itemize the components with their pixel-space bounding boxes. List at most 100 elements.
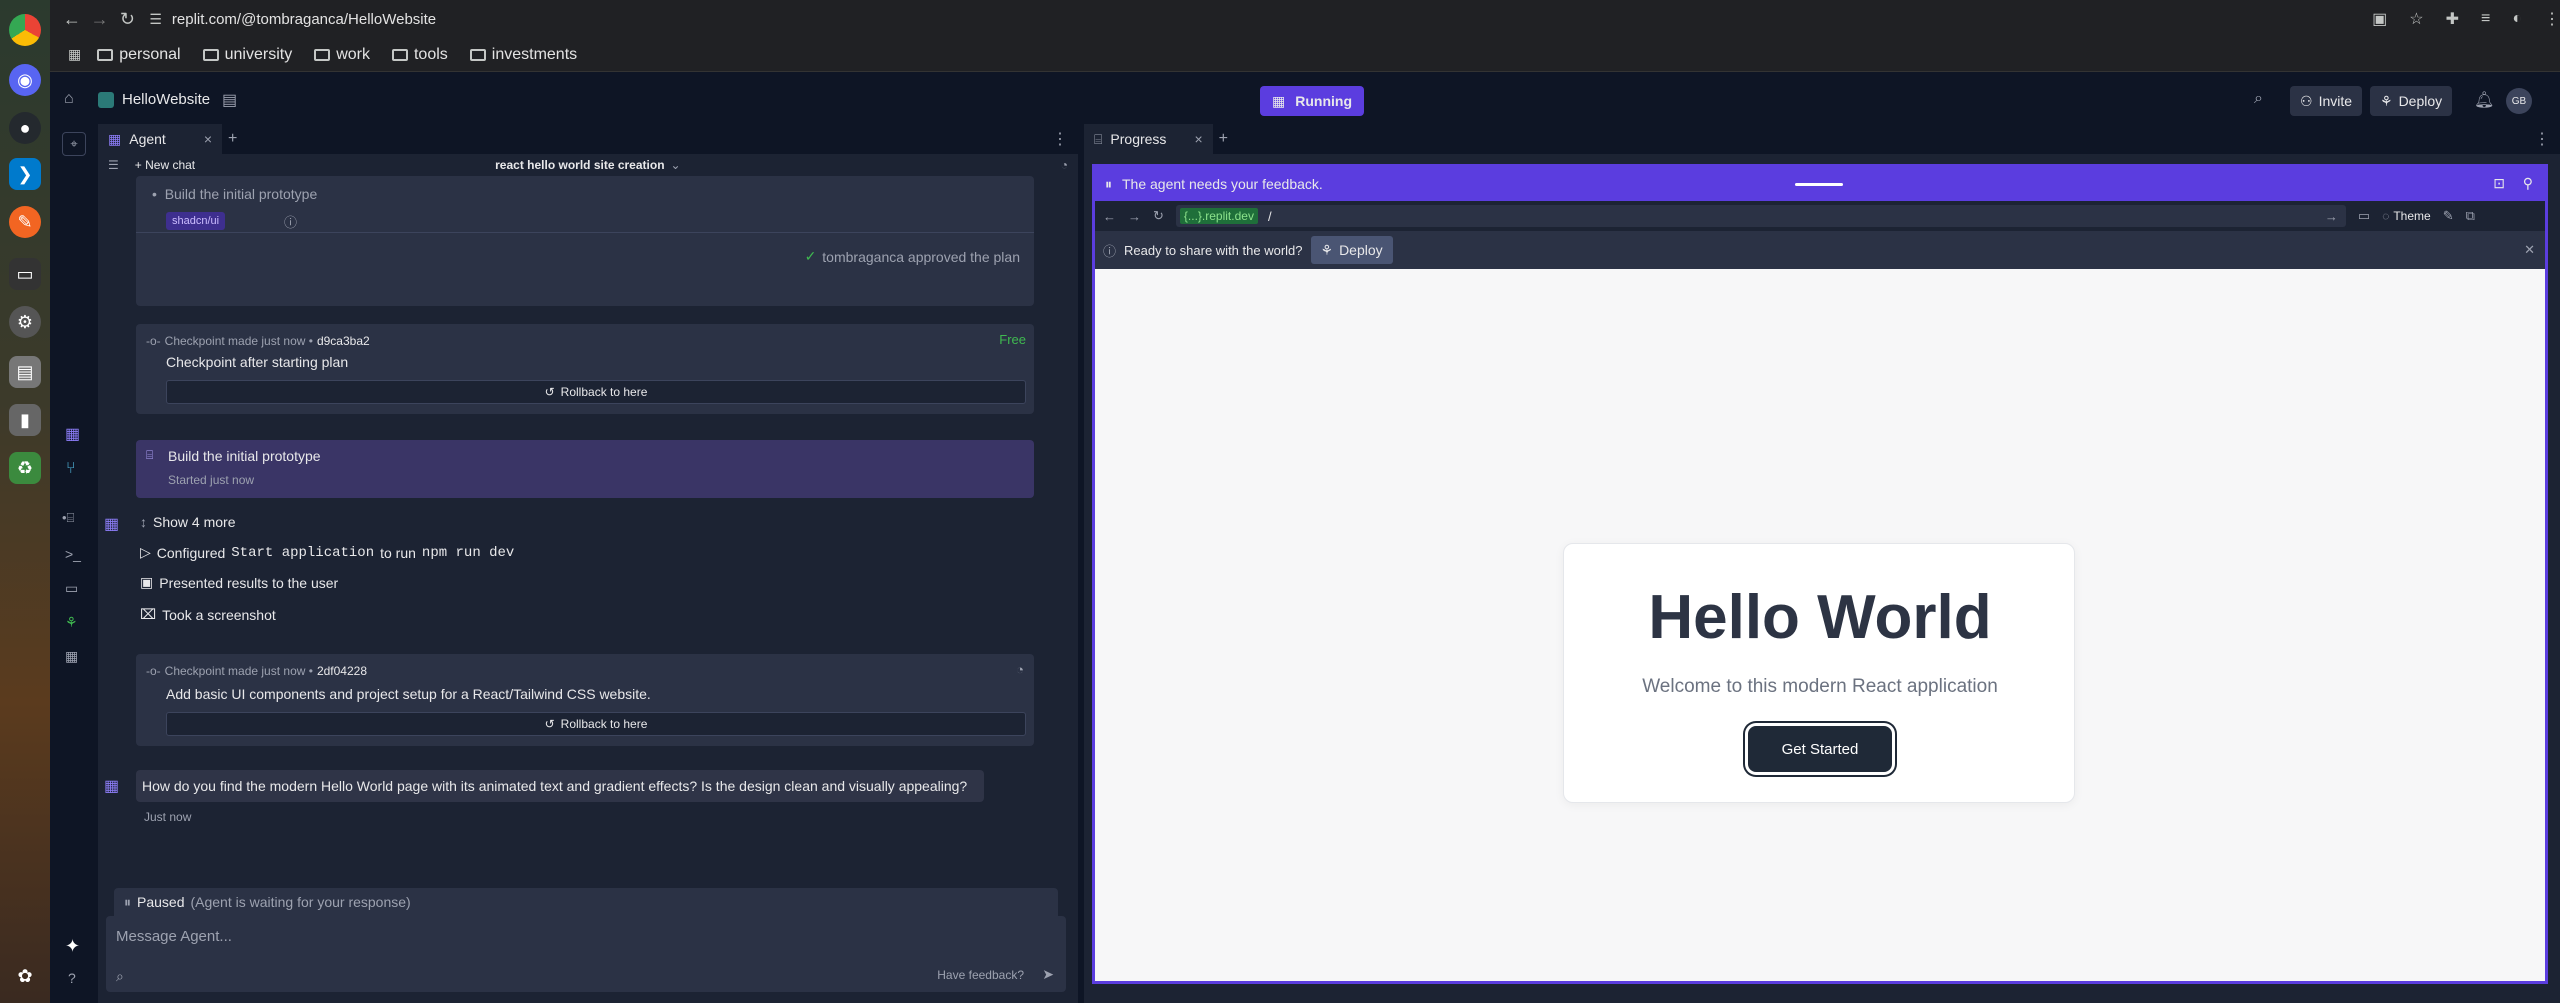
chevron-down-icon[interactable]: ⌄ xyxy=(671,158,681,172)
drive-icon[interactable]: ▮ xyxy=(9,404,41,436)
new-tab-icon[interactable]: ⧉ xyxy=(2466,208,2475,224)
invite-button[interactable]: ⚇ Invite xyxy=(2290,86,2363,116)
pin-icon[interactable]: ⚲ xyxy=(2523,175,2533,192)
attach-icon[interactable]: ⌕ xyxy=(116,968,124,985)
close-icon[interactable]: ✕ xyxy=(2524,242,2535,258)
forward-icon[interactable]: → xyxy=(86,5,114,33)
cast-icon[interactable]: ▣ xyxy=(2372,9,2387,29)
tool-rail: ⌖ ▦ ⑂ •⌸ >_ ▭ ⚘ ▦ ✦ ? xyxy=(50,124,98,1003)
open-arrow-icon[interactable]: → xyxy=(2325,209,2338,224)
preview-url-bar[interactable]: {...}.replit.dev / → xyxy=(1175,205,2346,227)
vscode-icon[interactable]: ❯ xyxy=(9,158,41,190)
layout-icon[interactable]: ▤ xyxy=(222,90,237,110)
files-icon[interactable]: ⌖ xyxy=(62,132,86,156)
rollback-button[interactable]: ↺ Rollback to here xyxy=(166,380,1026,404)
github-icon[interactable]: ● xyxy=(9,112,41,144)
home-icon[interactable]: ⌂ xyxy=(64,90,74,108)
add-tab-icon[interactable]: + xyxy=(228,130,237,148)
bookmark-tools[interactable]: tools xyxy=(391,46,448,64)
bell-icon[interactable]: 🔔︎ xyxy=(2474,90,2494,110)
show-more-button[interactable]: ↕ Show 4 more xyxy=(140,514,235,530)
plan-item: • Build the initial prototype xyxy=(152,186,318,202)
gauge-icon[interactable]: ◔ xyxy=(1016,662,1024,677)
bookmark-investments[interactable]: investments xyxy=(469,46,577,64)
devices-icon[interactable]: ▭ xyxy=(2358,208,2370,224)
forward-icon[interactable]: → xyxy=(1128,209,1141,224)
get-started-button[interactable]: Get Started xyxy=(1748,726,1892,772)
add-tab-icon[interactable]: + xyxy=(1219,130,1228,148)
url-text[interactable]: replit.com/@tombraganca/HelloWebsite xyxy=(172,11,436,28)
rollback-button[interactable]: ↺ Rollback to here xyxy=(166,712,1026,736)
pause-icon: ⏸︎ xyxy=(1105,175,1112,192)
info-icon[interactable]: ⓘ xyxy=(284,212,297,231)
bookmark-personal[interactable]: personal xyxy=(97,46,181,64)
bookmark-star-icon[interactable]: ☆ xyxy=(2409,9,2423,29)
help-icon[interactable]: ? xyxy=(68,970,76,986)
back-icon[interactable]: ← xyxy=(58,5,86,33)
disk-icon[interactable]: ▤ xyxy=(9,356,41,388)
check-icon: ✓ xyxy=(804,248,817,264)
folder-icon xyxy=(314,48,331,61)
address-bar[interactable]: ☰ replit.com/@tombraganca/HelloWebsite xyxy=(149,4,2332,34)
drag-handle[interactable] xyxy=(1795,183,1843,186)
theme-button[interactable]: ◌ Theme xyxy=(2382,209,2431,223)
tab-progress[interactable]: ⌸ Progress × xyxy=(1084,124,1213,154)
chrome-icon[interactable] xyxy=(9,14,41,46)
bookmarks-bar: ▦ personal university work tools investm… xyxy=(50,38,2560,72)
reload-icon[interactable]: ↻ xyxy=(114,5,142,33)
avatar[interactable]: GB xyxy=(2506,88,2532,114)
all-tools-icon[interactable]: ▦ xyxy=(65,648,78,665)
reload-icon[interactable]: ↻ xyxy=(1153,208,1164,224)
media-icon[interactable]: ≡ xyxy=(2481,10,2490,28)
tools-icon[interactable]: ✎ xyxy=(2443,208,2454,224)
tab-agent[interactable]: ▦ Agent × xyxy=(98,124,223,154)
apps-grid-icon[interactable]: ✿ xyxy=(9,960,41,992)
send-icon[interactable]: ➤ xyxy=(1042,966,1054,983)
project-name[interactable]: HelloWebsite xyxy=(122,91,210,108)
discord-icon[interactable]: ◉ xyxy=(9,64,41,96)
webview-icon[interactable]: ▭ xyxy=(65,580,78,597)
pane-menu-icon[interactable]: ⋮ xyxy=(2534,129,2550,149)
search-icon[interactable]: ⌕ xyxy=(2254,90,2263,108)
postman-icon[interactable]: ✎ xyxy=(9,206,41,238)
new-chat-button[interactable]: + New chat xyxy=(135,158,195,172)
chat-title[interactable]: react hello world site creation xyxy=(495,158,664,172)
bookmark-university[interactable]: university xyxy=(202,46,292,64)
site-info-icon[interactable]: ☰ xyxy=(149,11,162,28)
gauge-icon[interactable]: ◔ xyxy=(1061,158,1068,172)
checkpoint-card: -o- Checkpoint made just now • 2df04228 ◔ … xyxy=(136,654,1034,746)
task-card[interactable]: ⌸ Build the initial prototype Started ju… xyxy=(136,440,1034,498)
message-input[interactable]: Message Agent... xyxy=(116,928,232,945)
commit-icon: -o- xyxy=(146,664,161,678)
add-user-icon: ⚇ xyxy=(2300,92,2313,109)
project-icon xyxy=(98,92,114,108)
menu-icon[interactable]: ⋮ xyxy=(2544,9,2560,29)
profile-icon[interactable]: ◐ xyxy=(2512,10,2522,28)
minimize-icon[interactable]: ⊡ xyxy=(2493,175,2505,192)
extensions-icon[interactable]: ✚ xyxy=(2446,9,2459,29)
deploy-icon: ⚘ xyxy=(2380,92,2393,109)
hero-subtitle: Welcome to this modern React application xyxy=(1642,676,1998,697)
history-icon[interactable]: ☰ xyxy=(108,158,119,172)
settings-icon[interactable]: ⚙ xyxy=(9,306,41,338)
bookmark-work[interactable]: work xyxy=(314,46,370,64)
run-status-button[interactable]: ▦ Running xyxy=(1260,86,1364,116)
progress-tool-icon[interactable]: •⌸ xyxy=(62,510,74,526)
terminal-icon[interactable]: ▭ xyxy=(9,258,41,290)
shell-icon[interactable]: >_ xyxy=(65,546,81,562)
feedback-link[interactable]: Have feedback? xyxy=(937,968,1024,982)
back-icon[interactable]: ← xyxy=(1103,209,1116,224)
agent-tool-icon[interactable]: ▦ xyxy=(65,424,80,444)
checkpoint-title: Checkpoint after starting plan xyxy=(166,354,349,370)
apps-icon[interactable]: ▦ xyxy=(68,46,81,63)
git-icon[interactable]: ⑂ xyxy=(66,460,76,478)
secrets-icon[interactable]: ⚘ xyxy=(65,614,78,631)
share-deploy-button[interactable]: ⚘ Deploy xyxy=(1310,236,1393,264)
pause-icon: ⏸︎ xyxy=(124,893,131,910)
sparkle-icon[interactable]: ✦ xyxy=(65,936,80,957)
pane-menu-icon[interactable]: ⋮ xyxy=(1052,129,1068,149)
deploy-button[interactable]: ⚘ Deploy xyxy=(2370,86,2453,116)
close-icon[interactable]: × xyxy=(1194,131,1202,147)
trash-icon[interactable]: ♻ xyxy=(9,452,41,484)
close-icon[interactable]: × xyxy=(204,131,212,147)
